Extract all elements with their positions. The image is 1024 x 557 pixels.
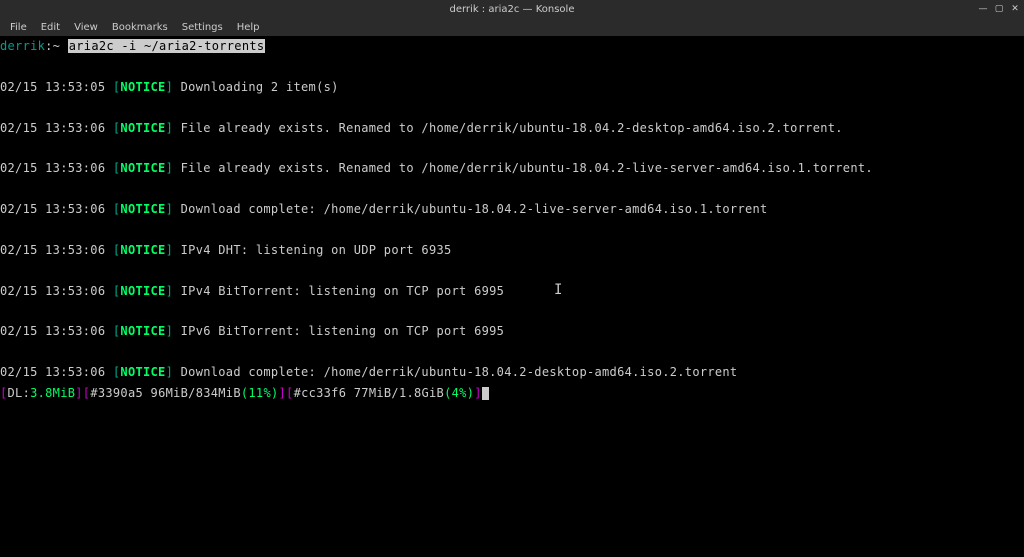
prompt-line: derrik:~ aria2c -i ~/aria2-torrents — [0, 39, 265, 53]
bracket-close: ] — [279, 386, 287, 400]
log-line: 02/15 13:53:06 [NOTICE] File already exi… — [0, 158, 1024, 178]
torrent1-done: 96MiB — [151, 386, 189, 400]
log-message: IPv4 BitTorrent: listening on TCP port 6… — [181, 284, 505, 298]
log-message: Download complete: /home/derrik/ubuntu-1… — [181, 365, 738, 379]
log-line: 02/15 13:53:06 [NOTICE] Download complet… — [0, 199, 1024, 219]
log-timestamp: 02/15 13:53:06 — [0, 365, 105, 379]
torrent2-pct: 4% — [452, 386, 467, 400]
bracket-close: ] — [166, 121, 174, 135]
menu-settings[interactable]: Settings — [176, 20, 229, 35]
log-line: 02/15 13:53:06 [NOTICE] Download complet… — [0, 362, 1024, 382]
log-message: File already exists. Renamed to /home/de… — [181, 161, 873, 175]
torrent2-done: 77MiB — [354, 386, 392, 400]
menu-view[interactable]: View — [68, 20, 104, 35]
window-controls: — ▢ ✕ — [978, 0, 1020, 18]
bracket-close: ] — [166, 324, 174, 338]
bracket-close: ] — [166, 161, 174, 175]
log-tag: NOTICE — [120, 243, 165, 257]
torrent1-pct: 11% — [248, 386, 271, 400]
dl-label: DL: — [8, 386, 31, 400]
bracket-close: ] — [166, 80, 174, 94]
menu-bar: File Edit View Bookmarks Settings Help — [0, 18, 1024, 36]
log-timestamp: 02/15 13:53:05 — [0, 80, 105, 94]
log-tag: NOTICE — [120, 365, 165, 379]
log-message: IPv6 BitTorrent: listening on TCP port 6… — [181, 324, 505, 338]
window-title: derrik : aria2c — Konsole — [450, 4, 575, 15]
menu-file[interactable]: File — [4, 20, 33, 35]
prompt-path: :~ — [45, 39, 60, 53]
log-tag: NOTICE — [120, 202, 165, 216]
minimize-button[interactable]: — — [978, 4, 988, 14]
log-tag: NOTICE — [120, 121, 165, 135]
dl-speed: 3.8MiB — [30, 386, 75, 400]
log-timestamp: 02/15 13:53:06 — [0, 202, 105, 216]
torrent1-id: #3390a5 — [90, 386, 143, 400]
bracket-close: ] — [166, 365, 174, 379]
text-cursor-icon: I — [554, 282, 562, 298]
log-tag: NOTICE — [120, 80, 165, 94]
menu-edit[interactable]: Edit — [35, 20, 66, 35]
bracket-close: ] — [474, 386, 482, 400]
torrent2-id: #cc33f6 — [294, 386, 347, 400]
bracket-close: ] — [166, 243, 174, 257]
terminal-output[interactable]: derrik:~ aria2c -i ~/aria2-torrents 02/1… — [0, 36, 1024, 557]
terminal-cursor — [482, 387, 489, 400]
prompt-command: aria2c -i ~/aria2-torrents — [68, 39, 266, 53]
log-line: 02/15 13:53:06 [NOTICE] File already exi… — [0, 118, 1024, 138]
log-timestamp: 02/15 13:53:06 — [0, 243, 105, 257]
log-timestamp: 02/15 13:53:06 — [0, 121, 105, 135]
log-message: Download complete: /home/derrik/ubuntu-1… — [181, 202, 768, 216]
log-tag: NOTICE — [120, 284, 165, 298]
torrent2-total: 1.8GiB — [399, 386, 444, 400]
maximize-button[interactable]: ▢ — [994, 4, 1004, 14]
bracket-close: ] — [166, 284, 174, 298]
close-button[interactable]: ✕ — [1010, 4, 1020, 14]
log-line: 02/15 13:53:06 [NOTICE] IPv6 BitTorrent:… — [0, 321, 1024, 341]
bracket-close: ] — [166, 202, 174, 216]
torrent2-pct-open: ( — [444, 386, 452, 400]
window-titlebar: derrik : aria2c — Konsole — ▢ ✕ — [0, 0, 1024, 18]
log-timestamp: 02/15 13:53:06 — [0, 161, 105, 175]
log-message: File already exists. Renamed to /home/de… — [181, 121, 843, 135]
prompt-user: derrik — [0, 39, 45, 53]
log-tag: NOTICE — [120, 324, 165, 338]
torrent1-pct-close: ) — [271, 386, 279, 400]
log-tag: NOTICE — [120, 161, 165, 175]
bracket-open: [ — [286, 386, 294, 400]
log-timestamp: 02/15 13:53:06 — [0, 284, 105, 298]
menu-help[interactable]: Help — [231, 20, 266, 35]
progress-line: [DL:3.8MiB][#3390a5 96MiB/834MiB(11%)][#… — [0, 383, 1024, 403]
log-line: 02/15 13:53:05 [NOTICE] Downloading 2 it… — [0, 77, 1024, 97]
log-line: 02/15 13:53:06 [NOTICE] IPv4 DHT: listen… — [0, 240, 1024, 260]
bracket-close: ] — [75, 386, 83, 400]
log-line: 02/15 13:53:06 [NOTICE] IPv4 BitTorrent:… — [0, 281, 1024, 301]
log-message: IPv4 DHT: listening on UDP port 6935 — [181, 243, 452, 257]
torrent1-total: 834MiB — [196, 386, 241, 400]
log-message: Downloading 2 item(s) — [181, 80, 339, 94]
bracket-open: [ — [0, 386, 8, 400]
log-timestamp: 02/15 13:53:06 — [0, 324, 105, 338]
menu-bookmarks[interactable]: Bookmarks — [106, 20, 174, 35]
